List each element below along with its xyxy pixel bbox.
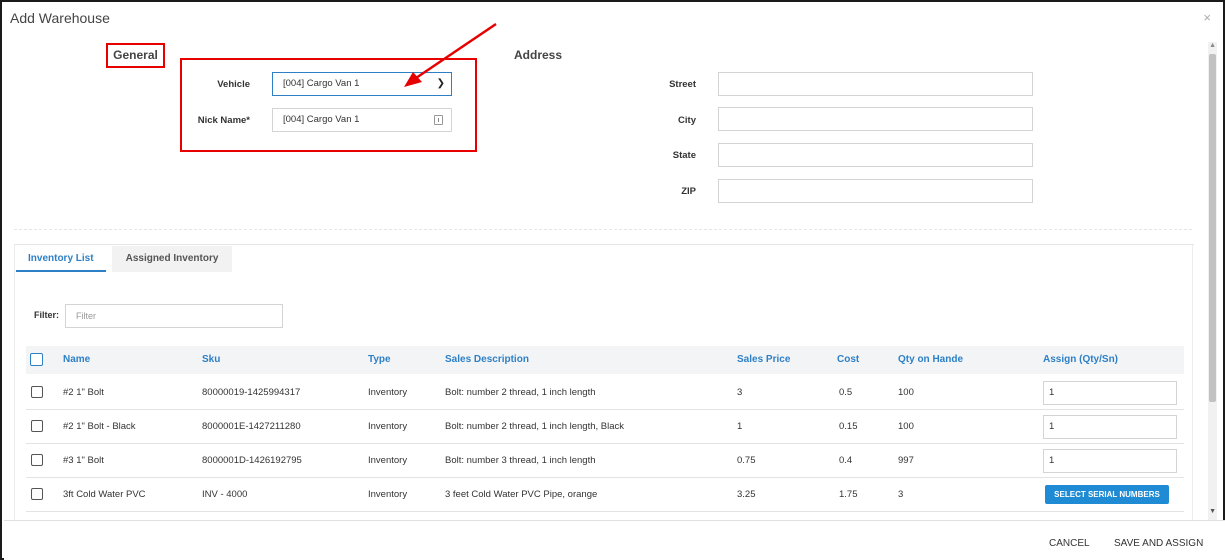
cell-type: Inventory	[368, 489, 408, 500]
cell-price: 3.25	[737, 489, 756, 500]
street-input[interactable]	[718, 72, 1033, 96]
zip-label: ZIP	[681, 186, 696, 197]
filter-label: Filter:	[34, 310, 60, 320]
cell-sku: 8000001D-1426192795	[202, 455, 302, 466]
cell-qty: 100	[898, 387, 914, 398]
tab-inventory-list[interactable]: Inventory List	[16, 246, 106, 272]
scroll-down-icon[interactable]: ▼	[1209, 508, 1216, 515]
assign-qty-input[interactable]: 1	[1043, 449, 1177, 473]
cell-price: 1	[737, 421, 743, 432]
cell-type: Inventory	[368, 387, 408, 398]
filter-input[interactable]: Filter	[65, 304, 283, 328]
col-qty-on-hand[interactable]: Qty on Hande	[898, 346, 963, 374]
state-input[interactable]	[718, 143, 1033, 167]
col-sku[interactable]: Sku	[202, 346, 220, 374]
city-input[interactable]	[718, 107, 1033, 131]
cancel-button[interactable]: CANCEL	[1049, 521, 1090, 560]
row-checkbox[interactable]	[31, 488, 43, 500]
col-cost[interactable]: Cost	[837, 346, 859, 374]
cell-sku: 80000019-1425994317	[202, 387, 301, 398]
select-serial-numbers-button[interactable]: SELECT SERIAL NUMBERS	[1045, 485, 1169, 504]
cell-type: Inventory	[368, 455, 408, 466]
cell-description: 3 feet Cold Water PVC Pipe, orange	[445, 489, 598, 500]
cell-name: #2 1" Bolt	[63, 387, 104, 398]
cell-type: Inventory	[368, 421, 408, 432]
zip-input[interactable]	[718, 179, 1033, 203]
cell-cost: 1.75	[839, 489, 858, 500]
cell-cost: 0.4	[839, 455, 853, 466]
panel-border-left	[14, 245, 15, 520]
cell-sku: 8000001E-1427211280	[202, 421, 301, 432]
dialog-window: Add Warehouse × General Vehicle [004] Ca…	[0, 0, 1225, 560]
row-checkbox[interactable]	[31, 386, 43, 398]
cell-name: #3 1" Bolt	[63, 455, 104, 466]
table-row: 3ft Cold Water PVC INV - 4000 Inventory …	[26, 478, 1184, 512]
city-label: City	[678, 115, 696, 126]
tab-assigned-inventory[interactable]: Assigned Inventory	[112, 246, 232, 272]
table-row: #2 1" Bolt 80000019-1425994317 Inventory…	[26, 376, 1184, 410]
select-all-checkbox[interactable]	[30, 353, 43, 366]
cell-qty: 100	[898, 421, 914, 432]
dialog-footer: CANCEL SAVE AND ASSIGN	[4, 520, 1225, 560]
assign-qty-input[interactable]: 1	[1043, 415, 1177, 439]
col-sales-price[interactable]: Sales Price	[737, 346, 790, 374]
row-checkbox[interactable]	[31, 454, 43, 466]
assign-qty-input[interactable]: 1	[1043, 381, 1177, 405]
cell-price: 3	[737, 387, 743, 398]
table-row: #2 1" Bolt - Black 8000001E-1427211280 I…	[26, 410, 1184, 444]
state-label: State	[672, 150, 696, 161]
table-row: #3 1" Bolt 8000001D-1426192795 Inventory…	[26, 444, 1184, 478]
cell-price: 0.75	[737, 455, 756, 466]
col-type[interactable]: Type	[368, 346, 391, 374]
cell-name: #2 1" Bolt - Black	[63, 421, 136, 432]
col-sales-description[interactable]: Sales Description	[445, 346, 529, 374]
cell-name: 3ft Cold Water PVC	[63, 489, 146, 500]
cell-qty: 997	[898, 455, 914, 466]
section-divider	[14, 229, 1192, 230]
cell-description: Bolt: number 2 thread, 1 inch length, Bl…	[445, 421, 625, 432]
tabs-rule	[14, 244, 1194, 245]
scrollbar-thumb[interactable]	[1209, 54, 1216, 402]
cell-cost: 0.15	[839, 421, 858, 432]
street-label: Street	[669, 79, 696, 90]
panel-border-right	[1192, 245, 1193, 520]
col-name[interactable]: Name	[63, 346, 90, 374]
col-assign[interactable]: Assign (Qty/Sn)	[1043, 346, 1118, 374]
cell-description: Bolt: number 2 thread, 1 inch length	[445, 387, 596, 398]
scroll-up-icon[interactable]: ▲	[1209, 42, 1216, 49]
row-checkbox[interactable]	[31, 420, 43, 432]
cell-cost: 0.5	[839, 387, 853, 398]
cell-qty: 3	[898, 489, 904, 500]
cell-description: Bolt: number 3 thread, 1 inch length	[445, 455, 596, 466]
table-header: Name Sku Type Sales Description Sales Pr…	[26, 346, 1184, 374]
save-and-assign-button[interactable]: SAVE AND ASSIGN	[1114, 521, 1203, 560]
address-heading: Address	[514, 48, 563, 62]
cell-sku: INV - 4000	[202, 489, 248, 500]
